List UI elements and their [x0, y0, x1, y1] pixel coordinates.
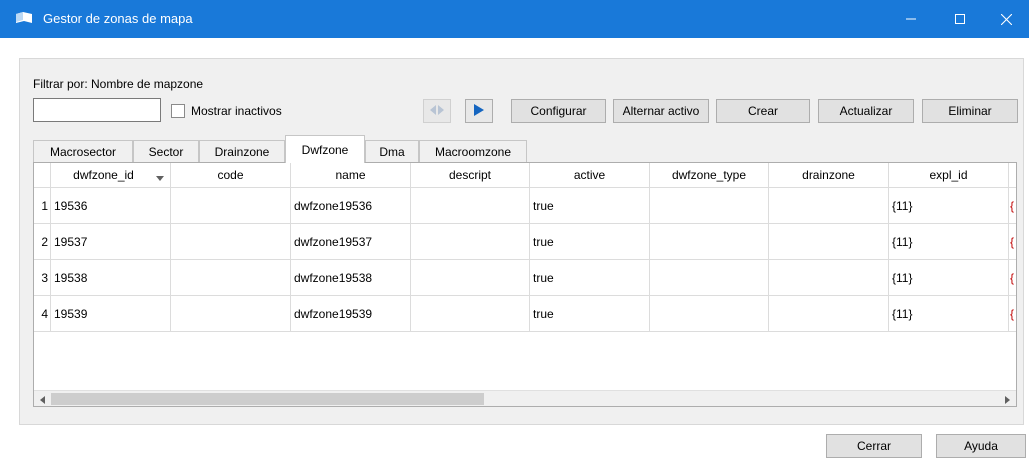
minimize-icon: [906, 14, 916, 24]
tab-macroomzone[interactable]: Macroomzone: [419, 140, 527, 162]
table-cell[interactable]: 19537: [51, 224, 171, 260]
minimize-button[interactable]: [888, 0, 934, 38]
close-button[interactable]: Cerrar: [826, 434, 922, 458]
scrollbar-thumb[interactable]: [51, 393, 484, 405]
table-cell[interactable]: true: [530, 224, 650, 260]
configure-button[interactable]: Configurar: [511, 99, 606, 123]
scroll-right-icon: [1005, 393, 1010, 407]
column-header-label: dwfzone_id: [73, 168, 134, 182]
help-button[interactable]: Ayuda: [936, 434, 1026, 458]
column-header-drainzone[interactable]: drainzone: [769, 163, 889, 188]
table-cell-overflow[interactable]: {: [1009, 224, 1016, 260]
table-cell-overflow[interactable]: {: [1009, 296, 1016, 332]
table-cell[interactable]: [171, 188, 291, 224]
scroll-left-icon: [40, 393, 45, 407]
previous-icon: [429, 104, 445, 119]
corner-header[interactable]: [34, 163, 51, 188]
table-cell[interactable]: [411, 296, 530, 332]
tab-macrosector[interactable]: Macrosector: [33, 140, 133, 162]
create-button[interactable]: Crear: [716, 99, 810, 123]
table-cell[interactable]: [411, 188, 530, 224]
table-cell[interactable]: {11}: [889, 224, 1009, 260]
show-inactive-label: Mostrar inactivos: [191, 104, 282, 118]
table-cell[interactable]: 19538: [51, 260, 171, 296]
play-icon: [473, 103, 485, 120]
row-number[interactable]: 4: [34, 296, 51, 332]
table-cell[interactable]: [650, 188, 769, 224]
close-icon: [1000, 13, 1012, 25]
table-cell[interactable]: true: [530, 260, 650, 296]
table-cell[interactable]: [769, 296, 889, 332]
table-cell[interactable]: {11}: [889, 260, 1009, 296]
mapzone-table[interactable]: dwfzone_id code name descript active dwf…: [33, 162, 1017, 407]
tab-dma[interactable]: Dma: [365, 140, 419, 162]
table-cell[interactable]: true: [530, 296, 650, 332]
column-header-dwfzone-type[interactable]: dwfzone_type: [650, 163, 769, 188]
title-bar[interactable]: Gestor de zonas de mapa: [0, 0, 1029, 38]
table-cell[interactable]: dwfzone19538: [291, 260, 411, 296]
table-cell[interactable]: dwfzone19537: [291, 224, 411, 260]
table-cell[interactable]: 19536: [51, 188, 171, 224]
table-cell[interactable]: {11}: [889, 188, 1009, 224]
scroll-right-button[interactable]: [999, 391, 1016, 407]
table-cell[interactable]: [769, 188, 889, 224]
filter-label: Filtrar por: Nombre de mapzone: [33, 77, 204, 91]
refresh-button[interactable]: Actualizar: [818, 99, 914, 123]
table-cell[interactable]: [411, 224, 530, 260]
table-cell[interactable]: [769, 260, 889, 296]
tab-sector[interactable]: Sector: [133, 140, 199, 162]
table-cell[interactable]: [769, 224, 889, 260]
column-header-overflow[interactable]: [1009, 163, 1016, 188]
play-button[interactable]: [465, 99, 493, 123]
delete-button[interactable]: Eliminar: [922, 99, 1018, 123]
table-cell[interactable]: {11}: [889, 296, 1009, 332]
close-window-button[interactable]: [983, 0, 1029, 38]
table-cell[interactable]: dwfzone19539: [291, 296, 411, 332]
table-cell[interactable]: [650, 296, 769, 332]
table-cell[interactable]: [171, 224, 291, 260]
filter-input[interactable]: [33, 98, 161, 122]
table-cell-overflow[interactable]: {: [1009, 188, 1016, 224]
toggle-active-button[interactable]: Alternar activo: [613, 99, 709, 123]
column-header-dwfzone-id[interactable]: dwfzone_id: [51, 163, 171, 188]
table-cell[interactable]: [171, 260, 291, 296]
table-cell[interactable]: [171, 296, 291, 332]
show-inactive-checkbox[interactable]: [171, 104, 185, 118]
table-cell[interactable]: [650, 260, 769, 296]
table-cell[interactable]: [650, 224, 769, 260]
table-cell[interactable]: 19539: [51, 296, 171, 332]
table-cell[interactable]: [411, 260, 530, 296]
previous-button[interactable]: [423, 99, 451, 123]
scroll-left-button[interactable]: [34, 391, 51, 407]
tab-dwfzone[interactable]: Dwfzone: [285, 135, 365, 163]
column-header-expl-id[interactable]: expl_id: [889, 163, 1009, 188]
maximize-icon: [955, 14, 965, 24]
app-icon: [15, 11, 33, 25]
table-cell[interactable]: dwfzone19536: [291, 188, 411, 224]
sort-arrow-icon: [156, 171, 164, 185]
column-header-code[interactable]: code: [171, 163, 291, 188]
row-number[interactable]: 3: [34, 260, 51, 296]
row-number[interactable]: 1: [34, 188, 51, 224]
table-cell-overflow[interactable]: {: [1009, 260, 1016, 296]
tab-drainzone[interactable]: Drainzone: [199, 140, 285, 162]
column-header-active[interactable]: active: [530, 163, 650, 188]
maximize-button[interactable]: [937, 0, 983, 38]
column-header-name[interactable]: name: [291, 163, 411, 188]
table-cell[interactable]: true: [530, 188, 650, 224]
column-header-descript[interactable]: descript: [411, 163, 530, 188]
horizontal-scrollbar[interactable]: [34, 390, 1016, 407]
window-title: Gestor de zonas de mapa: [43, 11, 193, 26]
row-number[interactable]: 2: [34, 224, 51, 260]
